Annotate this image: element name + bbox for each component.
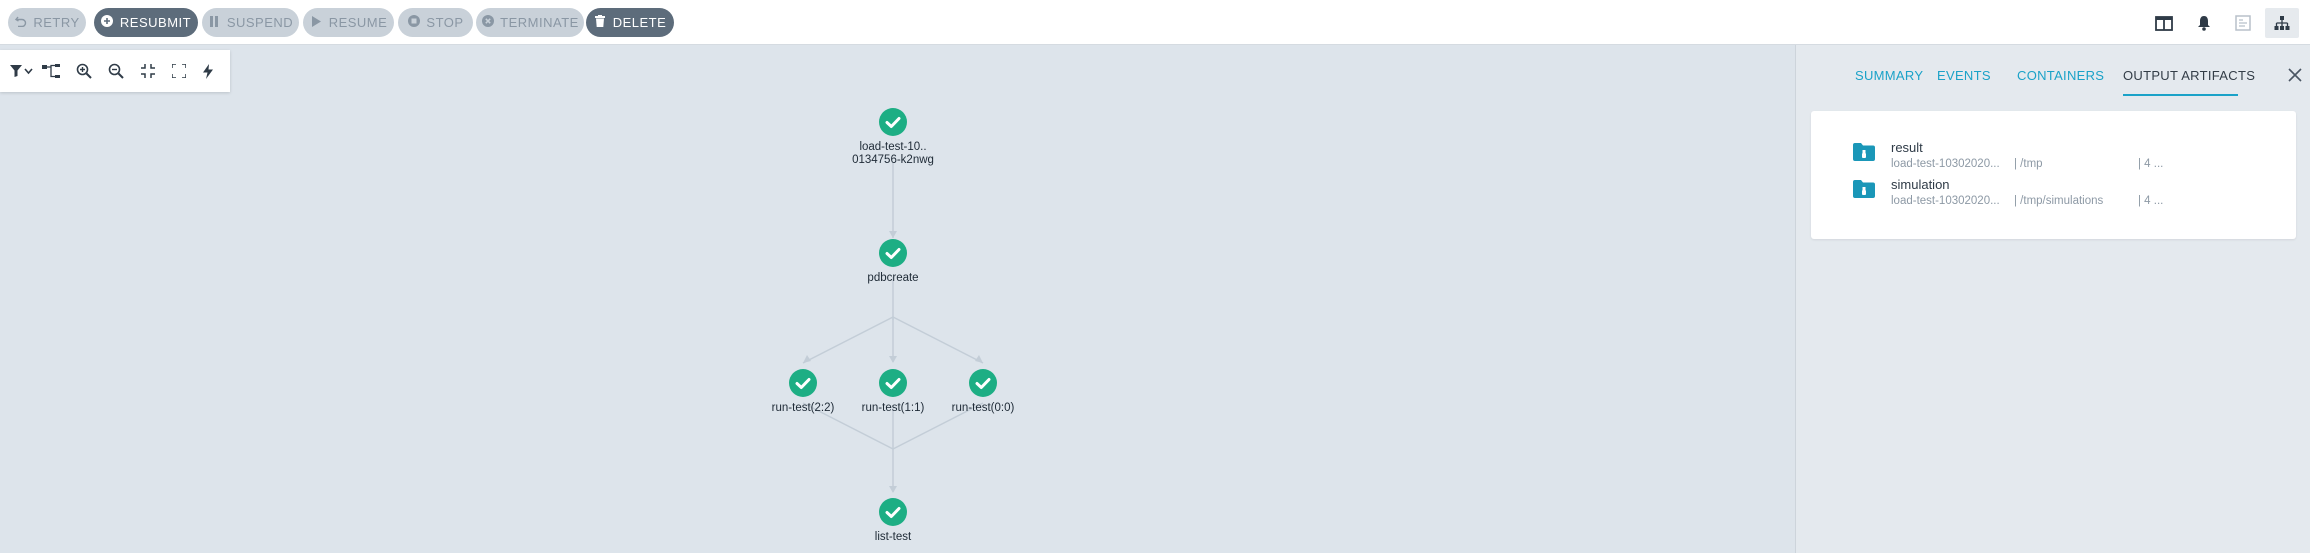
tab-events[interactable]: EVENTS: [1937, 68, 1991, 83]
bell-icon[interactable]: [2191, 10, 2217, 36]
artifact-path: | /tmp/simulations: [2014, 195, 2104, 207]
filter-dropdown-icon[interactable]: [9, 61, 35, 81]
plus-circle-icon: [101, 15, 114, 30]
close-icon[interactable]: [2287, 67, 2303, 83]
delete-button[interactable]: DELETE: [586, 8, 674, 37]
resubmit-label: RESUBMIT: [119, 15, 192, 30]
terminate-button[interactable]: TERMINATE: [476, 8, 584, 37]
trash-icon: [594, 15, 607, 30]
node-pdbcreate-label[interactable]: pdbcreate: [843, 272, 943, 285]
resubmit-button[interactable]: RESUBMIT: [94, 8, 198, 37]
workflow-graph: load-test-10.. 0134756-k2nwg pdbcreate r…: [0, 45, 1795, 553]
zoom-out-icon[interactable]: [105, 61, 127, 81]
node-root-label-line1: load-test-10..: [859, 141, 927, 153]
suspend-label: SUSPEND: [226, 15, 294, 30]
node-run0-label[interactable]: run-test(0:0): [933, 402, 1033, 415]
tab-summary[interactable]: SUMMARY: [1855, 68, 1923, 83]
terminate-label: TERMINATE: [500, 15, 579, 30]
stop-button[interactable]: STOP: [398, 8, 473, 37]
artifact-folder-icon: [1853, 180, 1875, 198]
compress-icon[interactable]: [137, 61, 159, 81]
node-list-check-icon[interactable]: [878, 497, 908, 527]
layout-icon[interactable]: [40, 61, 62, 81]
node-details-panel: SUMMARY EVENTS CONTAINERS OUTPUT ARTIFAC…: [1795, 45, 2310, 553]
artifact-size: | 4 ...: [2138, 195, 2164, 207]
stop-label: STOP: [426, 15, 464, 30]
times-circle-icon: [481, 15, 494, 30]
node-run1-check-icon[interactable]: [878, 368, 908, 398]
retry-button[interactable]: RETRY: [8, 8, 86, 37]
artifact-name: simulation: [1891, 177, 1950, 192]
node-run2-label[interactable]: run-test(2:2): [753, 402, 853, 415]
node-run1-label[interactable]: run-test(1:1): [843, 402, 943, 415]
workflow-graph-icon[interactable]: [2265, 8, 2299, 38]
node-pdbcreate-check-icon[interactable]: [878, 238, 908, 268]
node-list-label[interactable]: list-test: [843, 531, 943, 544]
undo-icon: [14, 15, 27, 30]
node-root-label[interactable]: load-test-10.. 0134756-k2nwg: [843, 141, 943, 167]
active-tab-indicator: [2123, 94, 2238, 96]
bolt-icon[interactable]: [197, 61, 219, 81]
artifact-key: load-test-10302020...: [1891, 195, 2000, 207]
retry-label: RETRY: [33, 15, 80, 30]
tab-output-artifacts[interactable]: OUTPUT ARTIFACTS: [2123, 68, 2255, 83]
artifacts-card: result load-test-10302020... | /tmp | 4 …: [1811, 111, 2296, 239]
zoom-in-icon[interactable]: [73, 61, 95, 81]
suspend-button[interactable]: SUSPEND: [202, 8, 299, 37]
stop-circle-icon: [407, 15, 420, 30]
resume-label: RESUME: [328, 15, 388, 30]
graph-toolbar: [0, 50, 230, 92]
artifact-folder-icon: [1853, 143, 1875, 161]
artifact-size: | 4 ...: [2138, 158, 2164, 170]
node-root-check-icon[interactable]: [878, 107, 908, 137]
tab-containers[interactable]: CONTAINERS: [2017, 68, 2104, 83]
artifact-key: load-test-10302020...: [1891, 158, 2000, 170]
pause-icon: [208, 15, 221, 30]
node-run2-check-icon[interactable]: [788, 368, 818, 398]
artifact-path: | /tmp: [2014, 158, 2043, 170]
resume-button[interactable]: RESUME: [303, 8, 394, 37]
delete-label: DELETE: [612, 15, 667, 30]
play-icon: [310, 15, 323, 30]
workflow-toolbar: RETRY RESUBMIT SUSPEND RESUME STOP TERMI…: [0, 0, 2310, 45]
node-root-label-line2: 0134756-k2nwg: [852, 154, 934, 166]
logs-icon[interactable]: [2230, 10, 2256, 36]
artifact-name: result: [1891, 140, 1923, 155]
node-run0-check-icon[interactable]: [968, 368, 998, 398]
split-view-icon[interactable]: [2151, 10, 2177, 36]
expand-icon[interactable]: [168, 61, 190, 81]
